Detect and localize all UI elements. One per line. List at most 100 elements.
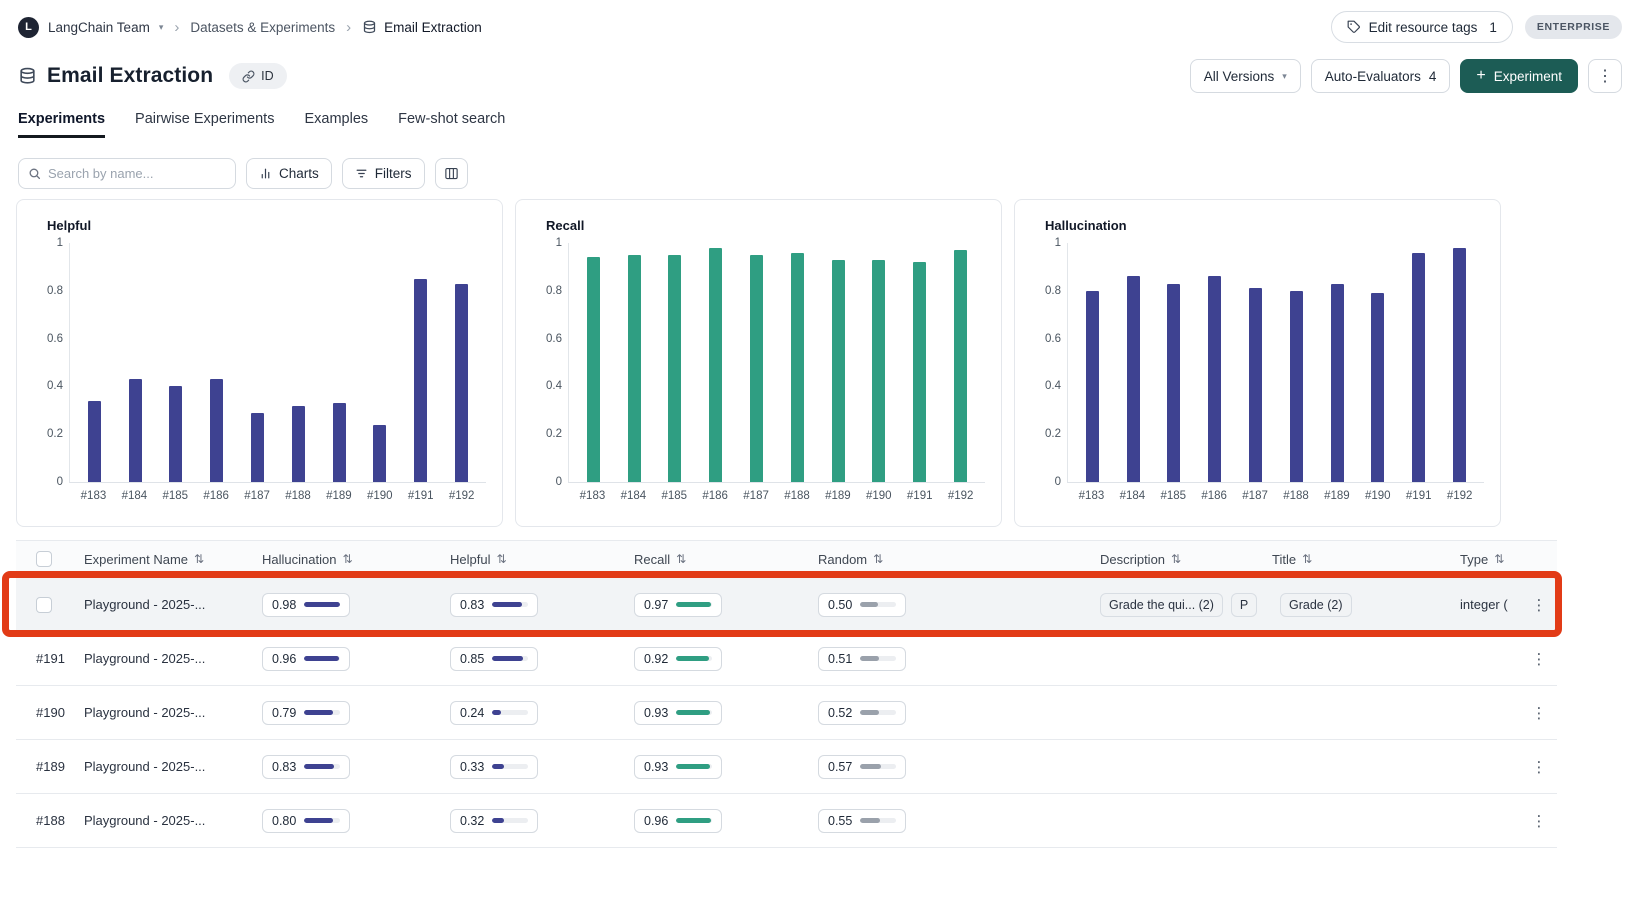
column-header-label: Type [1460,552,1488,567]
metric-cell-hallucination: 0.96 [262,647,450,671]
column-header-label: Description [1100,552,1165,567]
chart-bar [1371,293,1384,482]
metric-cell-random: 0.51 [818,647,1100,671]
row-number: #189 [36,759,65,774]
chart-bar [169,386,182,482]
tab-experiments[interactable]: Experiments [18,111,105,138]
column-header-title[interactable]: Title⇅ [1272,552,1460,567]
chevron-down-icon[interactable]: ▾ [159,22,164,33]
team-name[interactable]: LangChain Team [48,20,150,35]
x-axis-tick: #183 [73,490,114,502]
column-header-type[interactable]: Type ⇅ [1460,552,1521,567]
edit-resource-tags-button[interactable]: Edit resource tags 1 [1331,11,1513,43]
bar-slot [1276,243,1317,482]
column-header-random[interactable]: Random ⇅ [818,552,1100,567]
table-row[interactable]: #190Playground - 2025-...0.790.240.930.5… [16,686,1557,740]
charts-button[interactable]: Charts [246,158,332,189]
metric-bar-track [304,818,340,823]
filters-button[interactable]: Filters [342,158,425,189]
tab-pairwise-experiments[interactable]: Pairwise Experiments [135,111,274,138]
column-header-helpful[interactable]: Helpful⇅ [450,552,634,567]
metric-bar-fill [492,656,523,661]
org-avatar[interactable]: L [18,17,39,38]
tab-examples[interactable]: Examples [304,111,368,138]
sort-icon[interactable]: ⇅ [1494,552,1504,566]
tab-few-shot-search[interactable]: Few-shot search [398,111,505,138]
metric-cell-recall: 0.92 [634,647,818,671]
tags-count: 1 [1489,20,1497,35]
chart-bar [832,260,845,482]
x-axis-tick: #188 [278,490,319,502]
metric-bar-fill [492,818,504,823]
row-menu-button[interactable]: ⋮ [1521,650,1557,668]
chart-bar [587,257,600,482]
chart-bar [668,255,681,482]
breadcrumb-current[interactable]: Email Extraction [362,20,482,35]
column-header-experiment-name[interactable]: Experiment Name⇅ [84,552,262,567]
metric-bar-track [676,602,712,607]
column-header-label: Recall [634,552,670,567]
header-more-button[interactable]: ⋮ [1588,59,1622,93]
metric-bar-track [304,602,340,607]
breadcrumb: L LangChain Team ▾ › Datasets & Experime… [18,17,482,38]
x-axis-tick: #191 [899,490,940,502]
search-box[interactable] [18,158,236,189]
x-axis-tick: #192 [940,490,981,502]
y-axis-tick: 0.2 [1045,428,1061,440]
column-header-hallucination[interactable]: Hallucination⇅ [262,552,450,567]
row-menu-button[interactable]: ⋮ [1521,758,1557,776]
chart-bar [709,248,722,482]
new-experiment-button[interactable]: + Experiment [1460,59,1578,93]
copy-id-button[interactable]: ID [229,63,287,89]
y-axis-tick: 0.2 [47,428,63,440]
sort-icon[interactable]: ⇅ [873,552,883,566]
sort-icon[interactable]: ⇅ [496,552,506,566]
chart-bar [1412,253,1425,482]
metric-bar-fill [304,602,339,607]
row-menu-button[interactable]: ⋮ [1521,596,1557,614]
bar-slot [818,243,859,482]
bar-slot [74,243,115,482]
metric-bar-track [676,764,712,769]
y-axis-tick: 0.6 [1045,333,1061,345]
table-row[interactable]: Playground - 2025-...0.980.830.970.50Gra… [16,578,1557,632]
row-select-cell [16,597,84,613]
column-header-description[interactable]: Description ⇅ [1100,552,1272,567]
metric-bar-track [492,656,528,661]
x-axis-tick: #185 [1153,490,1194,502]
versions-dropdown[interactable]: All Versions ▾ [1190,59,1301,93]
metric-bar-fill [304,710,332,715]
metric-value: 0.50 [828,598,852,612]
chart-bar [1453,248,1466,482]
sort-icon[interactable]: ⇅ [676,552,686,566]
metric-value: 0.79 [272,706,296,720]
select-all-checkbox[interactable] [36,551,52,567]
table-row[interactable]: #191Playground - 2025-...0.960.850.920.5… [16,632,1557,686]
chart-bar [1249,288,1262,482]
y-axis-tick: 0.4 [47,380,63,392]
database-icon [362,20,377,35]
columns-button[interactable] [435,158,468,189]
table-row[interactable]: #188Playground - 2025-...0.800.320.960.5… [16,794,1557,848]
sort-icon[interactable]: ⇅ [342,552,352,566]
tag-icon [1347,20,1361,34]
row-menu-button[interactable]: ⋮ [1521,812,1557,830]
chart-card-hallucination: Hallucination00.20.40.60.81#183#184#185#… [1014,199,1501,527]
x-axis-tick: #189 [1316,490,1357,502]
table-row[interactable]: #189Playground - 2025-...0.830.330.930.5… [16,740,1557,794]
column-header-recall[interactable]: Recall ⇅ [634,552,818,567]
bar-slot [360,243,401,482]
row-number: #190 [36,705,65,720]
search-input[interactable] [48,166,226,181]
breadcrumb-datasets[interactable]: Datasets & Experiments [190,20,335,35]
sort-icon[interactable]: ⇅ [194,552,204,566]
bar-slot [156,243,197,482]
row-checkbox[interactable] [36,597,52,613]
row-menu-button[interactable]: ⋮ [1521,704,1557,722]
chevron-down-icon: ▾ [1282,71,1287,82]
column-header-label: Random [818,552,867,567]
search-icon [28,167,41,180]
sort-icon[interactable]: ⇅ [1302,552,1312,566]
sort-icon[interactable]: ⇅ [1171,552,1181,566]
auto-evaluators-button[interactable]: Auto-Evaluators 4 [1311,59,1451,93]
